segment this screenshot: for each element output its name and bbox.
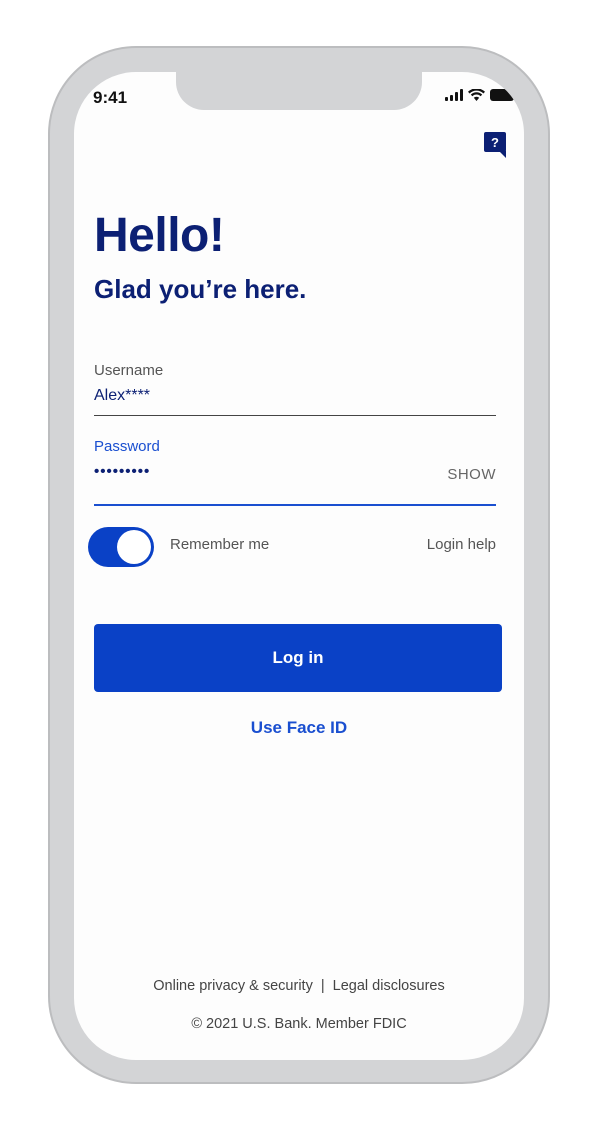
password-label: Password: [94, 438, 160, 455]
help-chat-icon[interactable]: ?: [484, 132, 506, 158]
username-field[interactable]: Alex****: [94, 387, 150, 405]
username-label: Username: [94, 362, 164, 379]
use-face-id-link[interactable]: Use Face ID: [74, 718, 524, 738]
footer-links: Online privacy & security | Legal disclo…: [74, 978, 524, 994]
wifi-icon: [468, 89, 485, 101]
greeting-subtitle: Glad you’re here.: [94, 274, 307, 304]
remember-me-label: Remember me: [170, 536, 270, 553]
password-underline: [94, 504, 496, 506]
status-icons: [445, 89, 517, 101]
login-button[interactable]: Log in: [94, 624, 502, 692]
show-password-button[interactable]: SHOW: [447, 466, 496, 483]
copyright-text: © 2021 U.S. Bank. Member FDIC: [191, 1016, 407, 1032]
login-help-link[interactable]: Login help: [427, 536, 496, 553]
legal-disclosures-link[interactable]: Legal disclosures: [333, 978, 445, 994]
battery-icon: [490, 89, 517, 101]
help-icon-label: ?: [491, 134, 499, 150]
app-screen: 9:41 ? Hello! Glad you’re here. Username…: [74, 72, 524, 1060]
privacy-security-link[interactable]: Online privacy & security: [153, 978, 313, 994]
toggle-knob: [117, 530, 151, 564]
phone-notch: [176, 72, 422, 110]
password-field[interactable]: •••••••••: [94, 463, 150, 480]
username-underline: [94, 415, 496, 416]
status-time: 9:41: [93, 88, 128, 107]
greeting-title: Hello!: [94, 209, 225, 262]
footer-separator: |: [320, 978, 325, 994]
remember-me-toggle[interactable]: [88, 527, 154, 567]
cellular-signal-icon: [445, 89, 463, 101]
